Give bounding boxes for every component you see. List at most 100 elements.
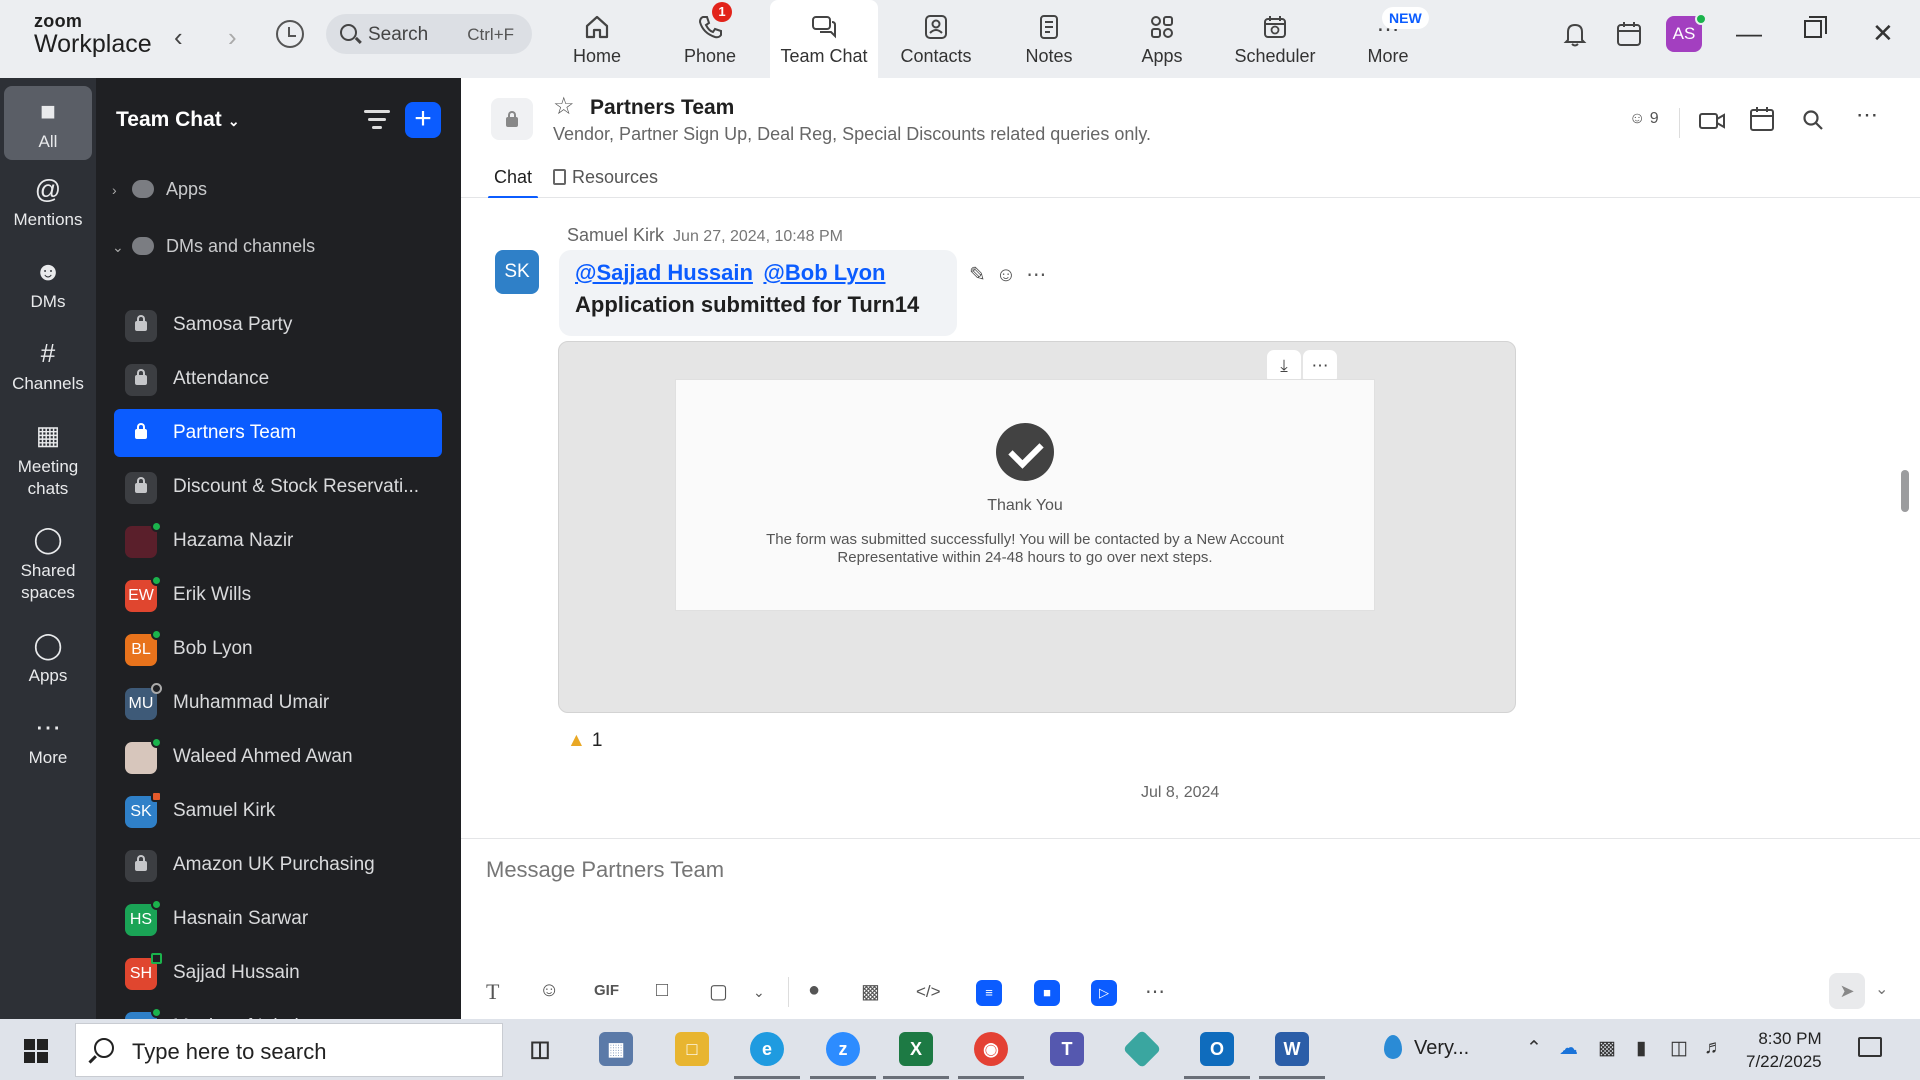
rail-shared-spaces[interactable]: ◯ Shared spaces [4,524,92,604]
video-message-icon[interactable]: ▩ [861,979,880,1004]
restore-icon[interactable] [1804,16,1827,38]
notification-center-icon[interactable] [1858,1037,1882,1057]
rail-all[interactable]: ■ All [4,86,92,160]
filter-icon[interactable] [364,110,390,132]
emoji-icon[interactable]: ☺ [539,979,559,1002]
weather-widget[interactable]: Very... [1384,1035,1469,1060]
chat-app-icon[interactable]: ■ [1034,980,1060,1006]
sender-avatar[interactable]: SK [495,250,539,294]
send-button[interactable]: ➤ [1829,973,1865,1009]
reaction-thumbs-up[interactable]: ▲ 1 [567,730,602,752]
text-format-icon[interactable]: T [486,979,499,1005]
channel-title[interactable]: Partners Team [590,96,734,120]
windows-start-icon[interactable] [24,1039,48,1063]
sidebar-item-dm[interactable]: HS Hasnain Sarwar [114,895,442,943]
sidebar-item-dm[interactable]: Hazama Nazir [114,517,442,565]
calendar-app-icon[interactable] [1615,20,1643,48]
task-view-icon[interactable]: ◫ [523,1032,557,1066]
message-composer[interactable]: Message Partners Team T ☺ GIF □ ▢ ⌄ ● ▩ … [461,838,1920,1019]
vpn-app-icon[interactable] [1122,1029,1162,1069]
teams-icon[interactable]: T [1050,1032,1084,1066]
tab-chat[interactable]: Chat [487,167,539,199]
sidebar-item-channel[interactable]: Attendance [114,355,442,403]
chevron-down-icon[interactable]: ⌄ [753,984,765,1001]
rail-mentions[interactable]: @ Mentions [4,174,92,230]
sidebar-item-dm[interactable]: SK Samuel Kirk [114,787,442,835]
tab-resources[interactable]: Resources [553,167,658,188]
sidebar-item-dm[interactable]: EW Erik Wills [114,571,442,619]
word-icon[interactable]: W [1259,1032,1325,1079]
microphone-icon[interactable]: ● [808,979,820,1002]
history-icon[interactable] [276,20,304,48]
security-icon[interactable]: ▩ [1598,1037,1616,1060]
rail-channels[interactable]: # Channels [4,338,92,394]
rail-apps[interactable]: ◯ Apps [4,630,92,686]
section-apps[interactable]: › Apps [112,179,207,200]
sidebar-item-dm[interactable]: BL Bob Lyon [114,625,442,673]
forward-arrow-icon[interactable]: › [228,22,237,53]
sidebar-item-dm[interactable]: Waleed Ahmed Awan [114,733,442,781]
file-icon[interactable]: □ [656,979,668,1002]
sidebar-item-channel[interactable]: Discount & Stock Reservati... [114,463,442,511]
gif-icon[interactable]: GIF [594,982,619,999]
chrome-icon[interactable]: ◉ [958,1032,1024,1079]
sidebar-item-dm[interactable]: MU Muhammad Umair [114,679,442,727]
close-icon[interactable]: ✕ [1872,18,1894,49]
onedrive-icon[interactable]: ☁ [1559,1037,1578,1060]
docs-app-icon[interactable]: ≡ [976,980,1002,1006]
image-attachment[interactable]: ⤓ ⋯ Thank You The form was submitted suc… [558,341,1516,713]
calculator-icon[interactable]: ▦ [599,1032,633,1066]
sidebar-item-channel[interactable]: Amazon UK Purchasing [114,841,442,889]
composer-more-icon[interactable]: ⋯ [1145,979,1165,1004]
mention-link[interactable]: @Sajjad Hussain [575,260,753,285]
mention-link[interactable]: @Bob Lyon [763,260,885,285]
sidebar-item-channel[interactable]: Partners Team [114,409,442,457]
volume-icon[interactable]: ♬ [1704,1037,1723,1059]
tab-scheduler[interactable]: Scheduler [1221,0,1329,78]
battery-icon[interactable]: ▮ [1636,1037,1646,1060]
back-arrow-icon[interactable]: ‹ [174,22,183,53]
sidebar-item-dm[interactable]: SH Sajjad Hussain [114,949,442,997]
add-reaction-icon[interactable]: ☺ [996,264,1026,286]
network-icon[interactable]: ◫ [1670,1037,1688,1060]
user-avatar[interactable]: AS [1666,13,1707,52]
scrollbar[interactable] [1901,470,1909,512]
send-options-chevron-icon[interactable]: ⌄ [1875,979,1888,999]
outlook-icon[interactable]: O [1184,1032,1250,1079]
taskbar-search[interactable]: Type here to search [75,1023,503,1077]
tab-team-chat[interactable]: Team Chat [770,0,878,78]
members-button[interactable]: ☺ 9 [1629,110,1659,128]
search-icon[interactable] [1802,109,1824,131]
reply-icon[interactable]: ✎ [969,264,996,286]
tab-notes[interactable]: Notes [995,0,1103,78]
tab-home[interactable]: Home [543,0,651,78]
tab-contacts[interactable]: Contacts [882,0,990,78]
rail-meeting-chats[interactable]: ▦ Meeting chats [4,420,92,500]
calendar-icon[interactable] [1749,106,1775,132]
notifications-bell-icon[interactable] [1561,20,1589,48]
code-snippet-icon[interactable]: </> [916,982,941,1002]
tab-phone[interactable]: 1 Phone [656,0,764,78]
more-options-icon[interactable]: ⋯ [1856,102,1878,128]
rail-more[interactable]: ⋯ More [4,712,92,768]
whiteboard-app-icon[interactable]: ▷ [1091,980,1117,1006]
excel-icon[interactable]: X [883,1032,949,1079]
video-icon[interactable] [1698,110,1726,132]
chevron-up-icon[interactable]: ⌃ [1526,1037,1542,1060]
edge-browser-icon[interactable]: e [734,1032,800,1079]
screenshot-icon[interactable]: ▢ [709,979,728,1004]
zoom-app-icon[interactable]: z [810,1032,876,1079]
system-clock[interactable]: 8:30 PM 7/22/2025 [1746,1027,1822,1073]
message-sender[interactable]: Samuel Kirk [567,225,664,245]
global-search[interactable]: Search Ctrl+F [326,14,532,54]
message-more-icon[interactable]: ⋯ [1026,264,1056,286]
sidebar-item-channel[interactable]: Samosa Party [114,301,442,349]
rail-dms[interactable]: ☻ DMs [4,256,92,312]
minimize-icon[interactable]: — [1736,18,1762,49]
star-icon[interactable]: ☆ [553,92,575,121]
file-explorer-icon[interactable]: □ [675,1032,709,1066]
new-chat-button[interactable]: + [405,102,441,138]
sidebar-title[interactable]: Team Chat ⌄ [116,108,240,132]
section-dms-channels[interactable]: ⌄ DMs and channels [112,236,315,257]
tab-apps[interactable]: Apps [1108,0,1216,78]
